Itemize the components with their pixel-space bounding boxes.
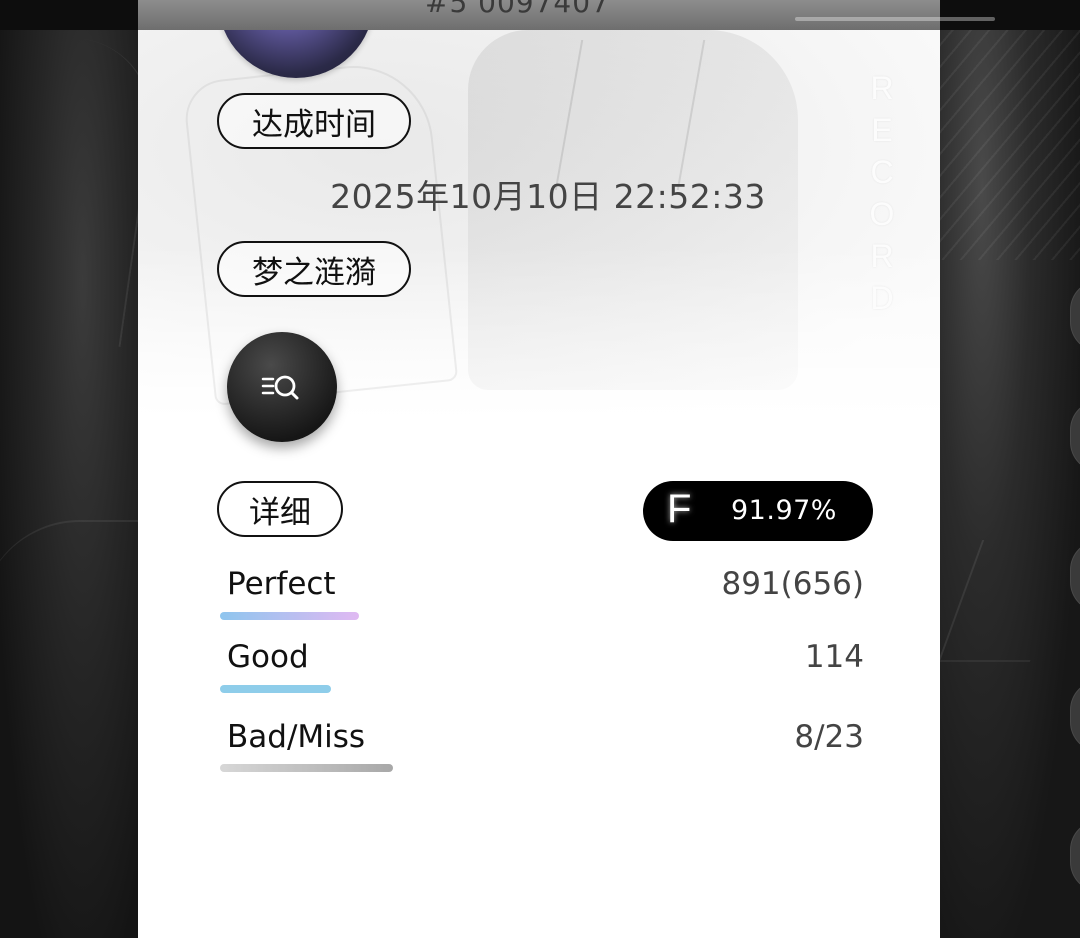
background-plate bbox=[1070, 540, 1080, 612]
perfect-value: 891(656) bbox=[721, 566, 864, 602]
background-stroke bbox=[0, 520, 140, 782]
grade-letter: F bbox=[667, 487, 692, 531]
bad-miss-value: 8/23 bbox=[794, 719, 864, 755]
good-bar bbox=[220, 685, 331, 693]
top-header-strip: #5 0097407 bbox=[0, 0, 1080, 30]
record-watermark-text: RECORD bbox=[864, 70, 900, 322]
background-plate bbox=[1070, 280, 1080, 352]
good-label: Good bbox=[227, 639, 309, 675]
header-line bbox=[795, 17, 995, 21]
grade-accuracy-badge: F 91.97% bbox=[643, 481, 873, 541]
background-hair-pattern bbox=[940, 0, 1080, 260]
accuracy-value: 91.97% bbox=[731, 495, 837, 526]
rank-score-text: #5 0097407 bbox=[425, 0, 610, 19]
background-stroke bbox=[937, 540, 1075, 662]
bad-miss-label: Bad/Miss bbox=[227, 719, 366, 755]
character-art-collar bbox=[554, 40, 706, 190]
background-plate bbox=[1070, 820, 1080, 892]
background-plate bbox=[1070, 400, 1080, 472]
background-plate bbox=[1070, 680, 1080, 752]
record-screen: #5 0097407 RECORD 达成时间 2025年10月10日 22:52… bbox=[0, 0, 1080, 938]
background-art-left bbox=[0, 0, 163, 938]
list-search-icon bbox=[261, 375, 299, 400]
record-card: RECORD 达成时间 2025年10月10日 22:52:33 梦之涟漪 详细… bbox=[138, 30, 940, 938]
achieve-time-value: 2025年10月10日 22:52:33 bbox=[330, 177, 766, 216]
bad-miss-bar bbox=[220, 764, 393, 772]
background-art-right bbox=[937, 0, 1080, 938]
perfect-bar bbox=[220, 612, 359, 620]
search-details-button[interactable] bbox=[227, 332, 337, 442]
perfect-label: Perfect bbox=[227, 566, 336, 602]
achieve-time-label: 达成时间 bbox=[217, 93, 411, 149]
good-value: 114 bbox=[804, 639, 864, 675]
song-title-label: 梦之涟漪 bbox=[217, 241, 411, 297]
details-label: 详细 bbox=[217, 481, 343, 537]
